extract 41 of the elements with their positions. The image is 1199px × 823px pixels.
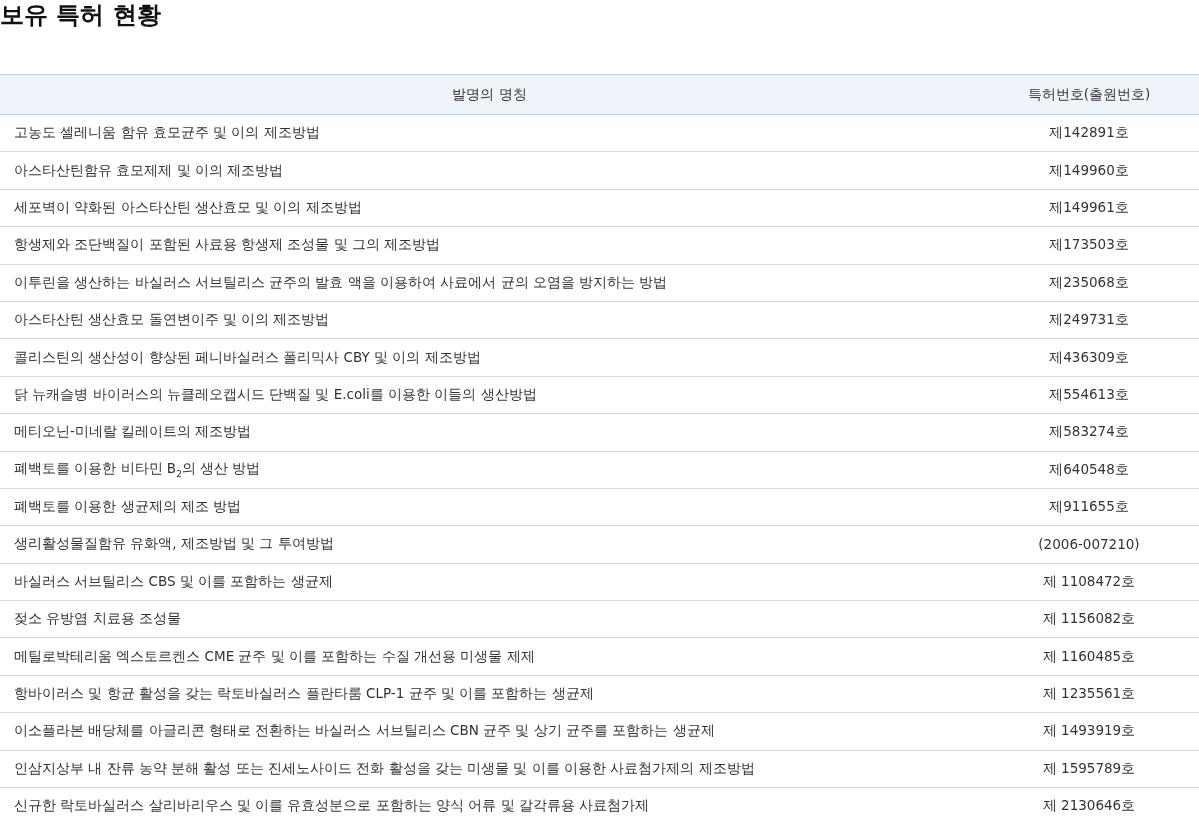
table-cell: 제 1156082호 xyxy=(979,600,1199,638)
table-cell: 제 1235561호 xyxy=(979,675,1199,713)
table-cell: 제149961호 xyxy=(979,189,1199,227)
table-cell: 세포벽이 약화된 아스타산틴 생산효모 및 이의 제조방법 xyxy=(0,189,979,227)
table-cell: 제 2130646호 xyxy=(979,787,1199,823)
table-cell: 제640548호 xyxy=(979,451,1199,489)
column-header: 발명의 명칭 xyxy=(0,74,979,115)
table-cell: 메티오닌-미네랄 킬레이트의 제조방법 xyxy=(0,413,979,451)
table-cell: 메틸로박테리움 엑스토르켄스 CME 균주 및 이를 포함하는 수질 개선용 미생물 제제 xyxy=(0,637,979,676)
table-cell: 제173503호 xyxy=(979,226,1199,265)
table-cell: 폐백토를 이용한 비타민 B$_{2}$의 생산 방법 xyxy=(0,451,979,489)
table-cell: 닭 뉴캐슬병 바이러스의 뉴클레오캡시드 단백질 및 E.coli를 이용한 이들의 생산방법 xyxy=(0,376,979,414)
table-cell: 제911655호 xyxy=(979,488,1199,526)
table-cell: 제235068호 xyxy=(979,264,1199,302)
column-header: 특허번호(출원번호) xyxy=(979,74,1199,115)
table-cell: 생리활성물질함유 유화액, 제조방법 및 그 투여방법 xyxy=(0,525,979,564)
table-cell: 폐백토를 이용한 생균제의 제조 방법 xyxy=(0,488,979,526)
table-cell: 이소플라본 배당체를 아글리콘 형태로 전환하는 바실러스 서브틸리스 CBN 균주 및 상기 균주를 포함하는 생균제 xyxy=(0,712,979,751)
table-cell: 콜리스틴의 생산성이 향상된 페니바실러스 폴리믹사 CBY 및 이의 제조방법 xyxy=(0,338,979,377)
table-cell: 제436309호 xyxy=(979,338,1199,377)
table-cell: 제 1493919호 xyxy=(979,712,1199,751)
table-cell: 항바이러스 및 항균 활성을 갖는 락토바실러스 플란타룸 CLP-1 균주 및 이를 포함하는 생균제 xyxy=(0,675,979,713)
table-cell: 제583274호 xyxy=(979,413,1199,451)
table-cell: 제 1108472호 xyxy=(979,563,1199,601)
table-cell: 신규한 락토바실러스 살리바리우스 및 이를 유효성분으로 포함하는 양식 어류 및 갈각류용 사료첨가제 xyxy=(0,787,979,823)
table-cell: (2006-007210) xyxy=(979,525,1199,564)
table-cell: 아스타산틴 생산효모 돌연변이주 및 이의 제조방법 xyxy=(0,301,979,339)
table-cell: 이투린을 생산하는 바실러스 서브틸리스 균주의 발효 액을 이용하여 사료에서 균의 오염을 방지하는 방법 xyxy=(0,264,979,302)
table-cell: 제142891호 xyxy=(979,114,1199,152)
page-title: 보유 특허 현황 xyxy=(0,0,162,31)
table-cell: 고농도 셀레니움 함유 효모균주 및 이의 제조방법 xyxy=(0,114,979,152)
table-cell: 인삼지상부 내 잔류 농약 분해 활성 또는 진세노사이드 전화 활성을 갖는 미생물 및 이를 이용한 사료첨가제의 제조방법 xyxy=(0,750,979,788)
table-cell: 젖소 유방염 치료용 조성물 xyxy=(0,600,979,638)
table-cell: 바실러스 서브틸리스 CBS 및 이를 포함하는 생균제 xyxy=(0,563,979,601)
table-cell: 제 1160485호 xyxy=(979,637,1199,676)
table-cell: 제554613호 xyxy=(979,376,1199,414)
table-cell: 제249731호 xyxy=(979,301,1199,339)
table-cell: 제149960호 xyxy=(979,151,1199,190)
table-cell: 제 1595789호 xyxy=(979,750,1199,788)
table-cell: 아스타산틴함유 효모제제 및 이의 제조방법 xyxy=(0,151,979,190)
table-cell: 항생제와 조단백질이 포함된 사료용 항생제 조성물 및 그의 제조방법 xyxy=(0,226,979,265)
